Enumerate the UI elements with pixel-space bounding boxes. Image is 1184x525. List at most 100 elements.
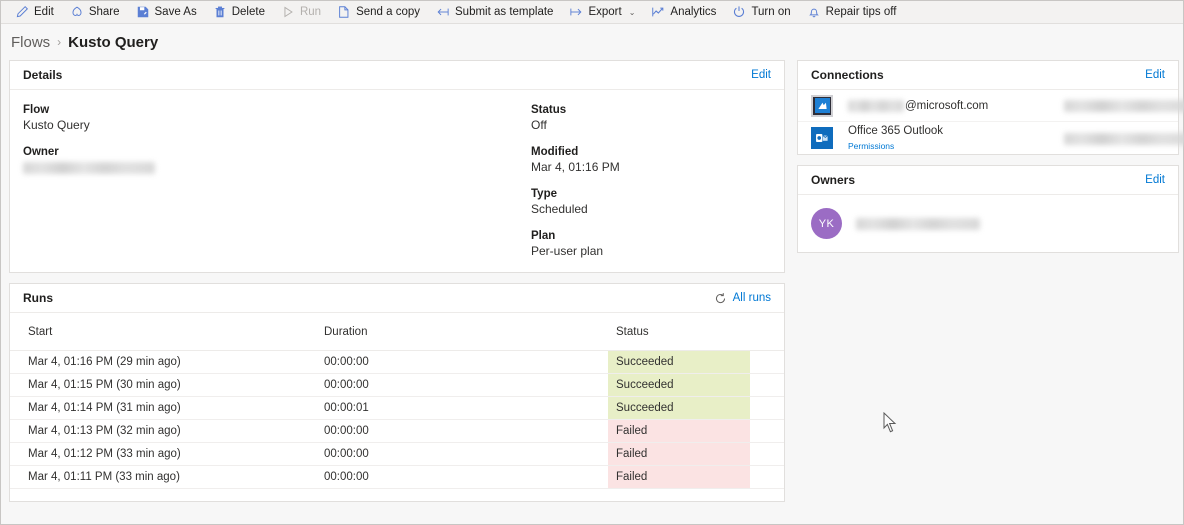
field-label: Type [531, 188, 557, 200]
runs-panel-header: Runs All runs [10, 284, 784, 313]
table-row[interactable]: Mar 4, 01:12 PM (33 min ago) 00:00:00 Fa… [10, 442, 784, 466]
play-icon [281, 5, 295, 19]
redacted-connection-user [848, 99, 904, 112]
breadcrumb: Flows › Kusto Query [1, 24, 1183, 60]
status-badge: Succeeded [608, 374, 750, 396]
toolbar-item-save-as[interactable]: Save As [128, 2, 205, 23]
field-flow: Flow Kusto Query [23, 104, 531, 132]
runs-table: Start Duration Status Mar 4, 01:16 PM (2… [10, 313, 784, 489]
toolbar-item-repair-tips-off[interactable]: Repair tips off [799, 2, 905, 23]
runs-table-footer [10, 489, 784, 501]
run-status: Failed [598, 465, 784, 489]
toolbar-item-edit[interactable]: Edit [7, 2, 62, 23]
avatar: YK [811, 208, 842, 239]
refresh-icon[interactable] [714, 292, 727, 305]
connections-panel-header: Connections Edit [798, 61, 1178, 90]
connection-name: Office 365 Outlook [848, 124, 1064, 138]
pencil-icon [15, 5, 29, 19]
table-row[interactable]: Mar 4, 01:11 PM (33 min ago) 00:00:00 Fa… [10, 465, 784, 489]
run-start: Mar 4, 01:15 PM (30 min ago) [10, 373, 306, 397]
toolbar-item-delete[interactable]: Delete [205, 2, 273, 23]
run-status: Succeeded [598, 396, 784, 420]
field-status: Status Off [531, 104, 771, 132]
toolbar-label: Analytics [670, 6, 717, 18]
toolbar-item-send-a-copy[interactable]: Send a copy [329, 2, 428, 23]
run-status: Succeeded [598, 350, 784, 374]
main-content: Details Edit Flow Kusto Query Owner Stat… [1, 60, 1184, 512]
toolbar-label: Share [88, 6, 120, 18]
column-header-status[interactable]: Status [598, 313, 784, 351]
owners-panel: Owners Edit YK [797, 165, 1179, 253]
toolbar-label: Save As [154, 6, 197, 18]
list-item[interactable]: @microsoft.com [798, 90, 1184, 122]
owners-edit-link[interactable]: Edit [1145, 174, 1165, 186]
connection-name: @microsoft.com [848, 99, 1064, 113]
table-row[interactable]: Mar 4, 01:13 PM (32 min ago) 00:00:00 Fa… [10, 419, 784, 443]
field-value: Scheduled [531, 202, 588, 216]
field-modified: Modified Mar 4, 01:16 PM [531, 146, 771, 174]
toolbar-label: Submit as template [455, 6, 554, 18]
details-panel-header: Details Edit [10, 61, 784, 90]
right-column: Connections Edit @microsoft.com Office 3… [797, 60, 1184, 263]
share-icon [70, 5, 84, 19]
connections-panel: Connections Edit @microsoft.com Office 3… [797, 60, 1184, 155]
submit-template-icon [436, 5, 450, 19]
details-panel: Details Edit Flow Kusto Query Owner Stat… [9, 60, 785, 273]
runs-title: Runs [23, 291, 53, 305]
run-status: Succeeded [598, 373, 784, 397]
breadcrumb-separator-icon: › [57, 35, 62, 49]
run-start: Mar 4, 01:12 PM (33 min ago) [10, 442, 306, 466]
owners-title: Owners [811, 173, 856, 187]
run-duration: 00:00:00 [306, 373, 598, 397]
run-duration: 00:00:00 [306, 465, 598, 489]
page-title: Kusto Query [68, 33, 159, 51]
status-badge: Failed [608, 466, 750, 488]
azure-data-explorer-icon [811, 94, 833, 117]
toolbar-label: Delete [231, 6, 265, 18]
save-as-icon [136, 5, 150, 19]
status-badge: Failed [608, 443, 750, 465]
toolbar-item-share[interactable]: Share [62, 2, 128, 23]
redacted-owner-name [856, 218, 980, 231]
table-row[interactable]: Mar 4, 01:14 PM (31 min ago) 00:00:01 Su… [10, 396, 784, 420]
field-value: Per-user plan [531, 244, 604, 258]
status-badge: Succeeded [608, 397, 750, 419]
column-header-duration[interactable]: Duration [306, 313, 598, 351]
toolbar-label: Export [588, 6, 622, 18]
field-label: Flow [23, 104, 50, 116]
power-icon [732, 5, 746, 19]
toolbar-item-analytics[interactable]: Analytics [643, 2, 724, 23]
trash-icon [213, 5, 227, 19]
toolbar-label: Run [299, 6, 322, 18]
breadcrumb-link-flows[interactable]: Flows [11, 34, 50, 51]
all-runs-action[interactable]: All runs [714, 292, 771, 305]
run-duration: 00:00:00 [306, 350, 598, 374]
chevron-down-icon: ⌄ [628, 7, 636, 17]
owners-panel-header: Owners Edit [798, 166, 1178, 195]
all-runs-link[interactable]: All runs [733, 292, 771, 304]
field-value: Mar 4, 01:16 PM [531, 160, 620, 174]
connections-title: Connections [811, 68, 884, 82]
table-row[interactable]: Mar 4, 01:16 PM (29 min ago) 00:00:00 Su… [10, 350, 784, 374]
left-column: Details Edit Flow Kusto Query Owner Stat… [9, 60, 785, 512]
toolbar-item-turn-on[interactable]: Turn on [724, 2, 798, 23]
list-item[interactable]: YK [798, 195, 1178, 252]
connection-main: @microsoft.com [848, 99, 1064, 113]
toolbar-item-export[interactable]: Export ⌄ [561, 2, 643, 23]
details-edit-link[interactable]: Edit [751, 69, 771, 81]
column-header-start[interactable]: Start [10, 313, 306, 351]
runs-table-head: Start Duration Status [10, 313, 784, 351]
details-column-left: Flow Kusto Query Owner [23, 104, 531, 252]
run-duration: 00:00:01 [306, 396, 598, 420]
copy-icon [337, 5, 351, 19]
connections-edit-link[interactable]: Edit [1145, 69, 1165, 81]
toolbar-item-run: Run [273, 2, 329, 23]
toolbar-label: Turn on [751, 6, 791, 18]
runs-table-body: Mar 4, 01:16 PM (29 min ago) 00:00:00 Su… [10, 350, 784, 489]
connection-permissions-link[interactable]: Permissions [848, 141, 894, 151]
table-row[interactable]: Mar 4, 01:15 PM (30 min ago) 00:00:00 Su… [10, 373, 784, 397]
toolbar-item-submit-as-template[interactable]: Submit as template [428, 2, 561, 23]
list-item[interactable]: Office 365 Outlook Permissions [798, 122, 1184, 154]
toolbar-label: Send a copy [356, 6, 421, 18]
field-owner: Owner [23, 146, 531, 174]
